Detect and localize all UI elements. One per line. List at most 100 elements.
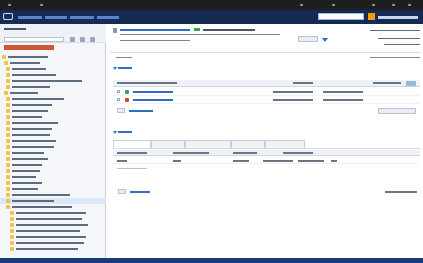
folder-icon xyxy=(6,73,10,77)
checkbox-icon[interactable] xyxy=(117,90,120,93)
folder-icon xyxy=(6,85,10,89)
details-table xyxy=(113,150,420,180)
sidebar-tree-item-label xyxy=(12,200,54,202)
details-tabs xyxy=(113,140,420,149)
logo-icon[interactable] xyxy=(3,13,13,20)
caret-down-icon xyxy=(113,131,117,134)
folder-icon xyxy=(6,193,10,197)
sidebar-tree-item-label xyxy=(12,134,50,136)
table-column-header[interactable] xyxy=(293,82,313,84)
nav-item[interactable] xyxy=(18,16,42,19)
details-action-button[interactable] xyxy=(118,189,126,194)
os-power-icon[interactable] xyxy=(408,4,411,6)
sidebar-tree-item[interactable] xyxy=(0,246,106,252)
sidebar-tree-item-label xyxy=(8,56,48,58)
nav-item[interactable] xyxy=(97,16,119,19)
details-pagination[interactable] xyxy=(385,191,417,193)
folder-icon xyxy=(10,229,14,233)
files-section-header[interactable] xyxy=(113,66,153,71)
sidebar-tree-item-label xyxy=(16,248,78,250)
os-top-bar xyxy=(0,0,423,10)
sidebar-tree-item-label xyxy=(16,212,86,214)
user-menu[interactable] xyxy=(378,16,418,19)
table-column-header[interactable] xyxy=(373,82,401,84)
sidebar-tree-item-label xyxy=(16,236,86,238)
sidebar-tree-item-label xyxy=(16,224,88,226)
folder-icon xyxy=(6,139,10,143)
folder-icon xyxy=(6,187,10,191)
os-indicator-icon xyxy=(300,4,303,6)
sidebar-filter-input[interactable] xyxy=(4,37,64,42)
sidebar-new-button[interactable] xyxy=(4,45,54,50)
folder-icon xyxy=(10,235,14,239)
sidebar-tree-item-label xyxy=(12,128,52,130)
table-column-header[interactable] xyxy=(233,152,257,154)
caret-down-icon xyxy=(113,67,117,70)
search-input[interactable] xyxy=(318,13,364,20)
sidebar-tree-item-label xyxy=(12,104,52,106)
file-link[interactable] xyxy=(133,91,173,93)
folder-icon xyxy=(6,157,10,161)
settings-icon[interactable] xyxy=(90,37,95,42)
empty-placeholder xyxy=(117,168,147,169)
table-cell xyxy=(117,160,127,162)
folder-tree xyxy=(0,54,106,258)
table-column-header[interactable] xyxy=(283,152,313,154)
filter-icon[interactable] xyxy=(70,37,75,42)
sidebar-tree-item-label xyxy=(16,242,84,244)
sidebar-tree-item-label xyxy=(12,206,72,208)
sidebar-tree-item-label xyxy=(12,110,48,112)
folder-icon xyxy=(6,199,10,203)
folder-icon xyxy=(6,169,10,173)
table-column-header[interactable] xyxy=(117,82,177,84)
header-info xyxy=(370,30,420,31)
folder-icon xyxy=(6,133,10,137)
checkbox-icon[interactable] xyxy=(117,98,120,101)
page-subtitle xyxy=(203,29,255,31)
folder-icon xyxy=(6,115,10,119)
sidebar-tree-item-label xyxy=(12,116,42,118)
os-menu-icon[interactable] xyxy=(8,4,11,6)
folder-icon xyxy=(4,61,8,65)
sidebar-tree-item-label xyxy=(12,140,56,142)
notification-button[interactable] xyxy=(368,13,375,20)
details-section-header[interactable] xyxy=(113,130,153,135)
details-link[interactable] xyxy=(130,191,150,193)
view-toggle[interactable] xyxy=(406,81,416,86)
refresh-icon[interactable] xyxy=(80,37,85,42)
folder-icon xyxy=(6,175,10,179)
nav-item[interactable] xyxy=(70,16,94,19)
folder-icon xyxy=(10,211,14,215)
folder-icon xyxy=(10,223,14,227)
table-column-header[interactable] xyxy=(173,152,209,154)
header-info xyxy=(384,44,420,45)
chevron-down-icon[interactable] xyxy=(322,38,328,42)
folder-icon xyxy=(6,103,10,107)
details-section-title xyxy=(118,131,132,133)
divider xyxy=(110,52,420,53)
bulk-action-button[interactable] xyxy=(117,108,125,113)
file-link[interactable] xyxy=(133,99,173,101)
table-cell xyxy=(331,160,337,162)
action-button[interactable] xyxy=(298,36,318,42)
files-section-title xyxy=(118,67,132,69)
folder-icon xyxy=(6,163,10,167)
nav-item[interactable] xyxy=(45,16,67,19)
folder-icon xyxy=(6,181,10,185)
sidebar-tree-item-label xyxy=(12,74,56,76)
folder-icon xyxy=(6,205,10,209)
toolbar-info xyxy=(370,57,420,58)
sidebar-tree-item-label xyxy=(10,62,40,64)
upload-link[interactable] xyxy=(129,110,153,112)
os-battery-icon xyxy=(392,4,395,6)
folder-icon xyxy=(6,121,10,125)
table-column-header[interactable] xyxy=(117,152,147,154)
sidebar-tree-item-label xyxy=(16,218,82,220)
table-cell xyxy=(233,160,249,162)
files-dropdown[interactable] xyxy=(378,108,416,114)
os-indicator-icon xyxy=(332,4,335,6)
os-indicator-icon xyxy=(40,4,43,6)
file-icon xyxy=(125,90,129,94)
sidebar-tree-item-label xyxy=(12,182,42,184)
os-clock-icon xyxy=(372,4,375,6)
